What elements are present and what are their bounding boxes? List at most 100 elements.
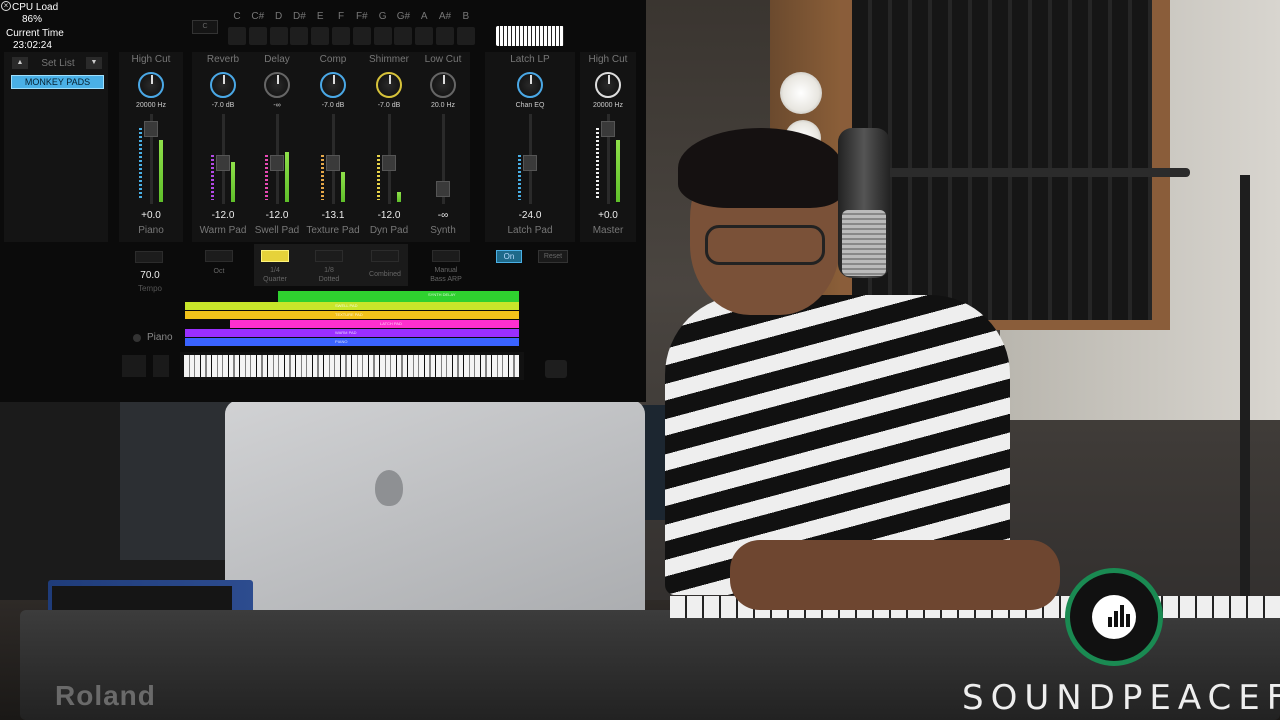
layer-bar: SWELL PAD xyxy=(185,302,519,310)
channel-knob-value: -7.0 dB xyxy=(211,102,235,109)
note-label: A xyxy=(420,11,428,22)
dotted-button[interactable] xyxy=(315,250,343,262)
note-label: E xyxy=(316,11,324,22)
channel-name: Master xyxy=(592,225,624,236)
mainstage-window: × CPU Load 86% Current Time 23:02:24 Set… xyxy=(0,0,646,402)
note-label: F# xyxy=(355,11,368,22)
microphone-grill xyxy=(842,210,886,276)
on-screen-keyboard[interactable] xyxy=(180,352,524,380)
laptop xyxy=(225,400,645,635)
channel-knob[interactable] xyxy=(595,72,621,98)
channel-fader[interactable] xyxy=(523,154,537,171)
channel-fader[interactable] xyxy=(216,154,230,171)
note-label: C xyxy=(233,11,241,22)
channel-meter xyxy=(341,172,345,202)
latch-on-button[interactable]: On xyxy=(496,250,522,263)
note-button[interactable] xyxy=(269,27,288,45)
brand-logo-icon xyxy=(1065,568,1163,666)
note-button[interactable] xyxy=(290,27,309,45)
quarter-button[interactable] xyxy=(261,250,289,262)
acoustic-panel xyxy=(852,0,1152,320)
channel-fader[interactable] xyxy=(144,121,158,138)
channel-knob-label: High Cut xyxy=(588,54,628,65)
channel-volume-value: +0.0 xyxy=(141,210,161,221)
channel-knob[interactable] xyxy=(210,72,236,98)
note-button[interactable] xyxy=(456,27,475,45)
layer-name: SWELL PAD xyxy=(335,303,358,308)
channel-knob[interactable] xyxy=(376,72,402,98)
setlist-down-button[interactable]: ▼ xyxy=(86,57,102,69)
channel-knob-label: Reverb xyxy=(206,54,240,65)
channel-fader[interactable] xyxy=(601,121,615,138)
channel-knob-label: Shimmer xyxy=(368,54,409,65)
tempo-value: 70.0 xyxy=(140,270,160,281)
channel-knob[interactable] xyxy=(320,72,346,98)
note-button[interactable] xyxy=(415,27,434,45)
note-button[interactable] xyxy=(373,27,392,45)
note-button[interactable] xyxy=(394,27,413,45)
channel-volume-value: -12.0 xyxy=(377,210,401,221)
lamp xyxy=(780,72,822,114)
channel-level-dots xyxy=(431,176,434,200)
note-button[interactable] xyxy=(436,27,454,45)
layer-bar: LATCH PAD xyxy=(230,320,519,328)
sustain-pedal-icon[interactable] xyxy=(545,360,567,378)
note-label: G# xyxy=(396,11,411,22)
channel-knob[interactable] xyxy=(430,72,456,98)
keyboard-icon[interactable] xyxy=(496,26,564,46)
channel-volume-value: -13.1 xyxy=(321,210,345,221)
bass-arp-button[interactable] xyxy=(432,250,460,262)
setlist-item-monkey-pads[interactable]: MONKEY PADS xyxy=(11,75,104,89)
channel-knob-label: Low Cut xyxy=(424,54,462,65)
layer-bar: PIANO xyxy=(185,338,519,346)
channel-level-dots xyxy=(518,155,521,200)
channel-strip: Latch LP Chan EQ -24.0 Latch Pad xyxy=(488,52,572,242)
note-button[interactable] xyxy=(352,27,371,45)
channel-knob-label: High Cut xyxy=(131,54,171,65)
note-button[interactable] xyxy=(248,27,267,45)
mic-stand-arm xyxy=(850,168,1190,177)
channel-meter xyxy=(231,162,235,202)
note-label: F xyxy=(337,11,345,22)
note-button[interactable] xyxy=(332,27,350,45)
studio-screen xyxy=(120,400,240,560)
tempo-button[interactable] xyxy=(135,251,163,263)
pitch-wheel-icon[interactable] xyxy=(122,355,146,377)
note-button[interactable] xyxy=(311,27,330,45)
channel-fader[interactable] xyxy=(436,180,450,197)
oct-button[interactable] xyxy=(205,250,233,262)
channel-knob[interactable] xyxy=(264,72,290,98)
glasses xyxy=(705,225,825,265)
mod-wheel-icon[interactable] xyxy=(153,355,169,377)
dotted-label: 1/8 xyxy=(324,267,334,274)
setlist-up-button[interactable]: ▲ xyxy=(12,57,28,69)
channel-meter xyxy=(397,192,401,202)
note-button[interactable] xyxy=(228,27,246,45)
channel-name: Warm Pad xyxy=(199,225,247,236)
channel-level-dots xyxy=(596,128,599,200)
channel-fader[interactable] xyxy=(326,154,340,171)
channel-strip: Low Cut 20.0 Hz -∞ Synth xyxy=(416,52,470,242)
apple-logo-icon xyxy=(375,470,403,506)
note-label: B xyxy=(462,11,470,22)
tempo-label: Tempo xyxy=(137,284,162,293)
channel-volume-value: -∞ xyxy=(437,210,449,221)
channel-meter xyxy=(616,140,620,202)
close-icon[interactable]: × xyxy=(1,1,11,11)
combined-button[interactable] xyxy=(371,250,399,262)
channel-fader[interactable] xyxy=(270,154,284,171)
channel-name: Swell Pad xyxy=(254,225,300,236)
channel-name: Piano xyxy=(138,225,164,236)
channel-fader[interactable] xyxy=(382,154,396,171)
note-selector: C C# D D# E F F# G G# A A# B xyxy=(190,8,480,48)
latch-reset-button[interactable]: Reset xyxy=(538,250,568,263)
channel-strip: High Cut 20000 Hz +0.0 Piano xyxy=(120,52,182,242)
layer-name: LATCH PAD xyxy=(380,321,402,326)
layer-bar: WARM PAD xyxy=(185,329,519,337)
channel-volume-value: -12.0 xyxy=(211,210,235,221)
channel-knob[interactable] xyxy=(517,72,543,98)
channel-name: Texture Pad xyxy=(306,225,360,236)
layer-bars: SYNTH DELAY SWELL PAD TEXTURE PAD LATCH PAD… xyxy=(185,291,521,349)
channel-knob-value: -7.0 dB xyxy=(321,102,345,109)
channel-knob[interactable] xyxy=(138,72,164,98)
